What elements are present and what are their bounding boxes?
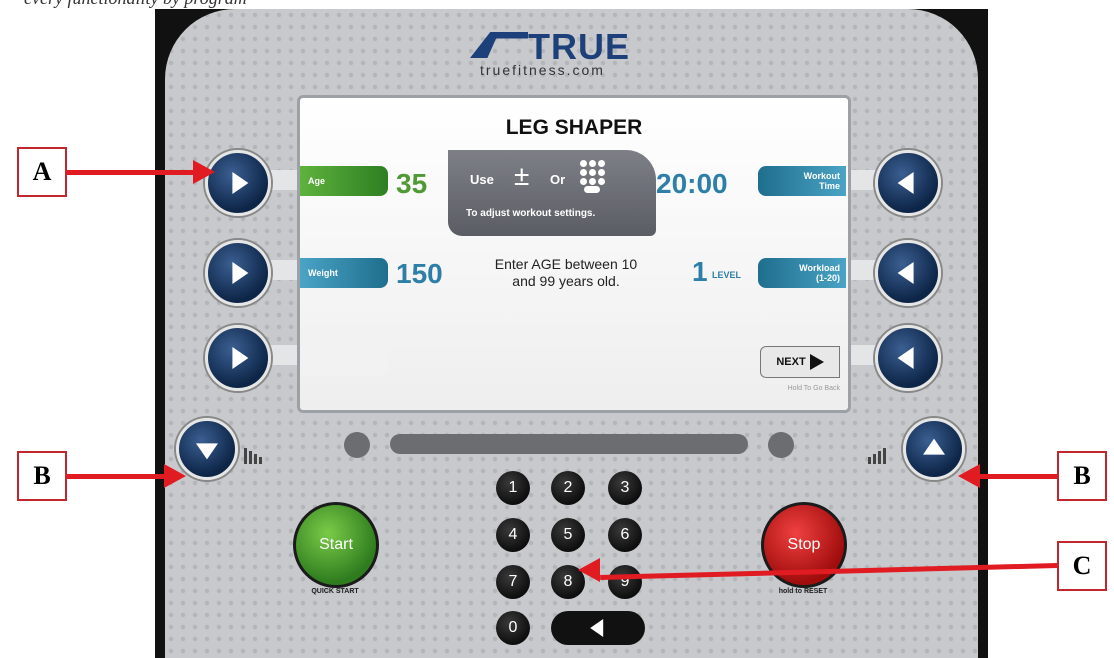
track-slot [390,434,748,454]
program-title: LEG SHAPER [505,116,643,139]
right-button-1[interactable] [875,150,941,216]
arrow-b-left-head [164,464,186,488]
workload-tab: Workload (1-20) [758,258,846,288]
workout-time-label: Workout Time [803,171,840,191]
key-2[interactable]: 2 [551,471,585,505]
play-right-icon [232,262,249,284]
incline-button[interactable] [903,418,965,480]
down-arrow-icon [196,443,218,460]
workout-time-tab: Workout Time [758,166,846,196]
age-value: 35 [396,168,428,199]
decline-bars-icon [244,448,264,464]
or-label: Or [550,172,566,187]
right-button-2[interactable] [875,240,941,306]
hold-back-hint: Hold To Go Back [787,385,840,392]
key-5[interactable]: 5 [551,518,585,552]
true-logo: TRUE truefitness.com [470,26,680,82]
start-label: Start [319,536,353,553]
right-button-3[interactable] [875,325,941,391]
age-tab: Age [300,166,388,196]
blank-tab-left [300,346,388,376]
age-label: Age [308,176,326,186]
start-button[interactable]: Start [293,502,379,588]
key-3[interactable]: 3 [608,471,642,505]
keypad-icon [580,160,606,193]
adjust-hint: To adjust workout settings. [466,208,596,219]
workload-label: Workload (1-20) [799,263,840,283]
plus-minus-icon: ± [514,160,530,191]
hold-reset-label: hold to RESET [778,588,828,595]
next-label: NEXT [776,356,806,368]
arrow-b-right-line [980,474,1057,479]
backspace-key[interactable] [551,611,645,645]
right-indicator [768,432,794,458]
top-caption: every functionality by program [0,0,1114,9]
next-button[interactable]: NEXT [760,346,840,378]
left-button-3[interactable] [205,325,271,391]
key-7[interactable]: 7 [496,565,530,599]
quick-start-label: QUICK START [311,588,359,595]
stop-label: Stop [787,536,821,553]
incline-bars-icon [868,448,888,464]
play-left-icon [897,172,914,194]
logo-mark-icon [470,32,528,58]
weight-tab: Weight [300,258,388,288]
arrow-b-left-line [67,474,167,479]
next-arrow-icon [809,354,824,370]
adjust-help-box: Use ± Or To adjust workout settings. [448,150,656,236]
workload-value: 1 [692,256,708,287]
arrow-a-head [193,160,215,184]
left-button-2[interactable] [205,240,271,306]
workload-unit: LEVEL [712,270,742,280]
weight-label: Weight [308,268,338,278]
callout-c: C [1057,541,1107,591]
play-right-icon [232,172,249,194]
weight-value: 150 [396,258,443,289]
play-left-icon [897,262,914,284]
left-indicator [344,432,370,458]
key-0[interactable]: 0 [496,611,530,645]
arrow-a-line [67,170,195,175]
key-1[interactable]: 1 [496,471,530,505]
logo-url: truefitness.com [480,62,605,78]
key-9[interactable]: 9 [608,565,642,599]
play-right-icon [232,347,249,369]
callout-b-left: B [17,451,67,501]
arrow-b-right-head [958,464,980,488]
key-6[interactable]: 6 [608,518,642,552]
key-4[interactable]: 4 [496,518,530,552]
use-label: Use [470,172,494,187]
arrow-c-head [578,558,600,582]
callout-a: A [17,147,67,197]
age-prompt: Enter AGE between 10 and 99 years old. [494,256,638,289]
callout-b-right: B [1057,451,1107,501]
play-left-icon [897,347,914,369]
lcd-screen: LEG SHAPER Age 35 Weight 150 Use ± Or To… [297,95,851,413]
back-arrow-icon [590,619,604,637]
up-arrow-icon [923,438,945,455]
workout-time-value: 20:00 [656,168,728,199]
